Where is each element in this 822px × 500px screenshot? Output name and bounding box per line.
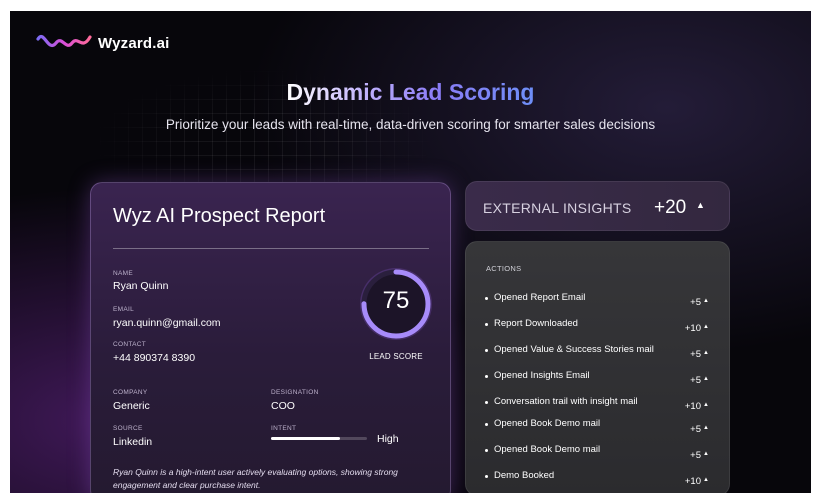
caret-up-icon: ▲ — [703, 477, 709, 483]
bullet-icon — [485, 475, 488, 478]
lead-score-value: 75 — [382, 287, 410, 314]
external-insights-score: +20 — [654, 197, 687, 218]
action-item-score: +5 — [690, 297, 701, 308]
email-value[interactable]: ryan.quinn@gmail.com — [113, 317, 221, 329]
caret-up-icon: ▲ — [703, 376, 709, 382]
caret-up-icon: ▲ — [703, 451, 709, 457]
action-item-label: Report Downloaded — [494, 318, 578, 329]
action-item[interactable]: Opened Book Demo mail +5 ▲ — [466, 418, 731, 436]
report-divider — [113, 248, 429, 249]
action-item-label: Opened Book Demo mail — [494, 418, 601, 429]
contact-value[interactable]: +44 890374 8390 — [113, 352, 195, 364]
caret-up-icon: ▲ — [703, 402, 709, 408]
source-label: SOURCE — [113, 425, 143, 432]
bullet-icon — [485, 449, 488, 452]
action-item-label: Demo Booked — [494, 470, 555, 481]
hero-subtitle: Prioritize your leads with real-time, da… — [165, 117, 656, 132]
action-item-score: +10 — [684, 323, 701, 334]
brand-logo[interactable]: Wyzard.ai — [36, 31, 170, 55]
action-item-score: +5 — [690, 349, 701, 360]
action-item-score: +5 — [690, 375, 701, 386]
brand-name: Wyzard.ai — [98, 34, 170, 52]
bullet-icon — [485, 297, 488, 300]
company-label: COMPANY — [113, 389, 148, 396]
action-item-score: +10 — [684, 476, 701, 487]
prospect-summary: Ryan Quinn is a high-intent user activel… — [113, 467, 398, 490]
intent-label: INTENT — [271, 425, 297, 432]
intent-bar — [271, 437, 367, 440]
hero-title-text: Dynamic Lead Scoring — [286, 79, 535, 105]
action-item[interactable]: Demo Booked +10 ▲ — [466, 470, 731, 488]
prospect-report-card: Wyz AI Prospect Report NAME Ryan Quinn E… — [90, 182, 451, 493]
email-label: EMAIL — [113, 306, 135, 313]
bullet-icon — [485, 349, 488, 352]
action-item-score: +5 — [690, 424, 701, 435]
company-value: Generic — [113, 400, 150, 412]
caret-up-icon: ▲ — [703, 298, 709, 304]
action-item-score: +5 — [690, 450, 701, 461]
name-label: NAME — [113, 270, 133, 277]
bullet-icon — [485, 423, 488, 426]
caret-up-icon: ▲ — [703, 324, 709, 330]
report-title: Wyz AI Prospect Report — [113, 205, 326, 227]
action-item[interactable]: Opened Insights Email +5 ▲ — [466, 370, 731, 388]
designation-label: DESIGNATION — [271, 389, 319, 396]
action-item-label: Opened Book Demo mail — [494, 444, 601, 455]
caret-up-icon: ▲ — [703, 425, 709, 431]
designation-value: COO — [271, 400, 295, 412]
lead-score-label: LEAD SCORE — [369, 352, 423, 361]
caret-up-icon: ▲ — [703, 350, 709, 356]
bullet-icon — [485, 375, 488, 378]
action-item-label: Opened Value & Success Stories mail — [494, 344, 654, 355]
action-item-label: Conversation trail with insight mail — [494, 396, 638, 407]
source-value: Linkedin — [113, 436, 153, 448]
caret-up-icon: ▲ — [696, 200, 705, 210]
action-item-score: +10 — [684, 401, 701, 412]
action-item[interactable]: Conversation trail with insight mail +10 ▲ — [466, 396, 731, 414]
actions-card: ACTIONS Opened Report Email +5 ▲ Report Dow… — [465, 241, 730, 493]
contact-label: CONTACT — [113, 341, 147, 348]
action-item[interactable]: Report Downloaded +10 ▲ — [466, 318, 731, 336]
hero-title: Dynamic Lead Scoring — [10, 79, 811, 106]
action-item-label: Opened Report Email — [494, 292, 586, 303]
bullet-icon — [485, 401, 488, 404]
external-insights-label: EXTERNAL INSIGHTS — [483, 200, 632, 216]
intent-bar-fill — [271, 437, 341, 440]
wyzard-wave-logo-icon — [36, 35, 92, 47]
action-item[interactable]: Opened Value & Success Stories mail +5 ▲ — [466, 344, 731, 362]
action-item-label: Opened Insights Email — [494, 370, 590, 381]
action-item[interactable]: Opened Book Demo mail +5 ▲ — [466, 444, 731, 462]
name-value: Ryan Quinn — [113, 280, 169, 292]
actions-heading: ACTIONS — [486, 264, 522, 273]
external-insights-card[interactable]: EXTERNAL INSIGHTS +20 ▲ — [465, 181, 730, 231]
action-item[interactable]: Opened Report Email +5 ▲ — [466, 292, 731, 310]
intent-value: High — [377, 433, 399, 445]
bullet-icon — [485, 323, 488, 326]
app-frame: Wyzard.ai Dynamic Lead Scoring Prioritiz… — [10, 11, 811, 493]
